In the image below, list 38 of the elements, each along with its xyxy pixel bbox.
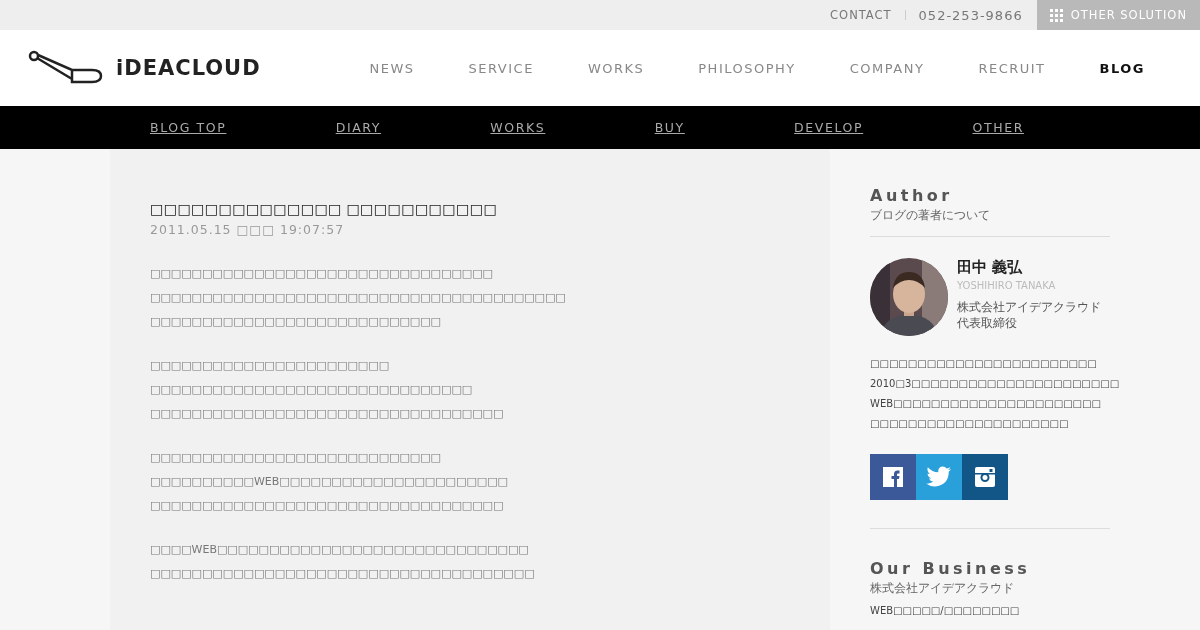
blog-category-link[interactable]: DEVELOP — [794, 120, 864, 135]
article-paragraph: □□□□□□□□□□□□□□□□□□□□□□□ □□□□□□□□□□□□□□□□□□□□□□□□□□□□□□□ □□□□□□□□□□□□□□□□□□□□□□□□□□□□□□□□□□ — [150, 358, 505, 422]
author-bio: □□□□□□□□□□□□□□□□□□□□□□□□ 2010□3□□□□□□□□□□□□□□□□□□□□□□ WEB□□□□□□□□□□□□□□□□□□□□□□ □□□□□□□□□□□□□□□□□□□□□ — [870, 357, 1120, 431]
nav-link[interactable]: BLOG — [1072, 60, 1172, 76]
article-paragraph: □□□□□□□□□□□□□□□□□□□□□□□□□□□□ □□□□□□□□□□WEB□□□□□□□□□□□□□□□□□□□□□□ □□□□□□□□□□□□□□□□□□□□□□□□□□□□□□□□□□ — [150, 450, 509, 514]
blog-category-link[interactable]: OTHER — [972, 120, 1024, 135]
social-button[interactable] — [962, 454, 1008, 500]
nav-link[interactable]: WORKS — [560, 60, 672, 76]
author-name: 田中 義弘 — [957, 258, 1024, 277]
section-heading: Author — [870, 186, 954, 205]
contact-link[interactable]: CONTACT — [830, 8, 892, 22]
blog-category-link[interactable]: DIARY — [335, 120, 382, 135]
nav-link[interactable]: COMPANY — [822, 60, 952, 76]
phone-number: 052-253-9866 — [918, 7, 1023, 23]
grid-icon — [1049, 8, 1063, 22]
section-subtitle: 株式会社アイデアクラウド — [870, 580, 1015, 597]
blog-category-link[interactable]: BUY — [654, 120, 685, 135]
nav-link[interactable]: RECRUIT — [951, 60, 1073, 76]
camera-icon — [975, 467, 995, 487]
blog-category-link[interactable]: BLOG TOP — [150, 120, 227, 135]
post-date: 2011.05.15 □□□ 19:07:57 — [150, 222, 346, 237]
nav-link[interactable]: PHILOSOPHY — [671, 60, 823, 76]
logo-text: iDEACLOUD — [116, 56, 261, 80]
nav-link[interactable]: NEWS — [342, 60, 442, 76]
facebook-icon — [883, 467, 903, 487]
social-button[interactable] — [870, 454, 916, 500]
logo-icon — [28, 50, 104, 86]
article-paragraph: □□□□□□□□□□□□□□□□□□□□□□□□□□□□□□□□□ □□□□□□□□□□□□□□□□□□□□□□□□□□□□□□□□□□□□□□□□ □□□□□□□□□□□□□□□□□□□□□□□□□□□□ — [150, 266, 567, 330]
blog-category-link[interactable]: WORKS — [490, 120, 546, 135]
section-subtitle: ブログの著者について — [870, 207, 991, 224]
bird-icon — [926, 466, 952, 488]
business-link[interactable]: WEB□□□□□/□□□□□□□□ — [870, 605, 1110, 616]
author-name-roman: YOSHIHIRO TANAKA — [957, 280, 1057, 291]
article-paragraph: □□□□WEB□□□□□□□□□□□□□□□□□□□□□□□□□□□□□□ □□□□□□□□□□□□□□□□□□□□□□□□□□□□□□□□□□□□□ — [150, 542, 536, 582]
article-title: □□□□□□□□□□□□□□ □□□□□□□□□□□ — [150, 201, 499, 217]
section-heading: Our Business — [870, 559, 1032, 578]
nav-link[interactable]: SERVICE — [441, 60, 561, 76]
author-role: 株式会社アイデアクラウド 代表取締役 — [957, 299, 1101, 331]
